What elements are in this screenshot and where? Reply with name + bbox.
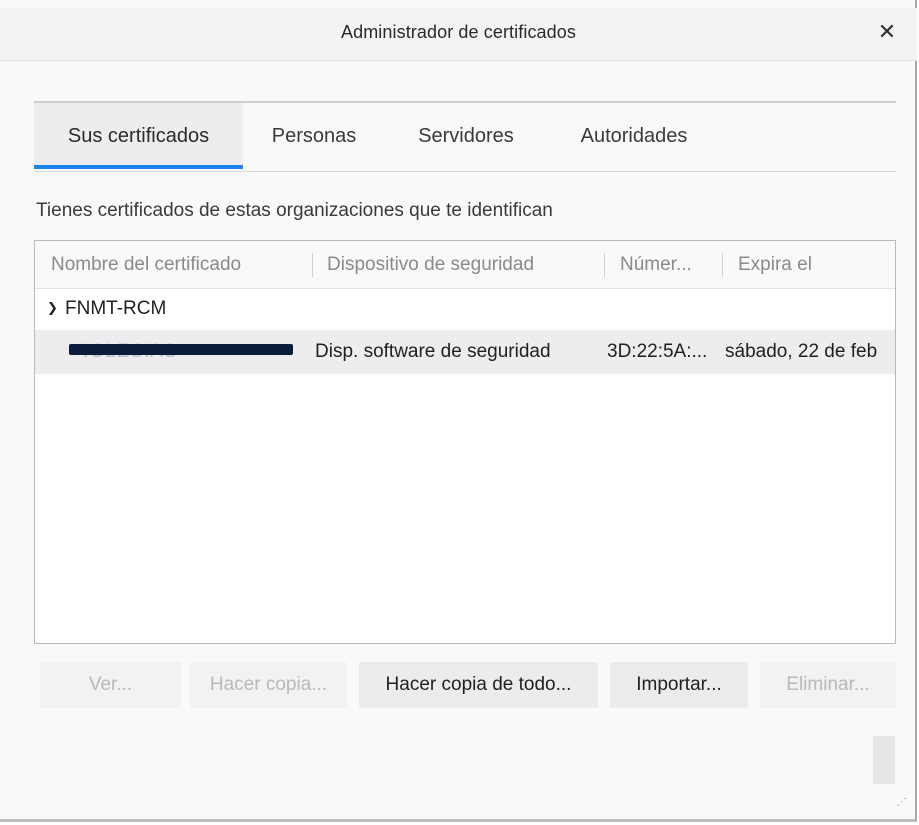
- column-header-expires[interactable]: Expira el: [738, 241, 888, 288]
- certificate-expires: sábado, 22 de feb: [725, 341, 878, 362]
- chevron-down-icon[interactable]: ❯: [47, 300, 61, 316]
- column-header-name[interactable]: Nombre del certificado: [51, 241, 301, 288]
- certificate-manager-dialog: Administrador de certificados ✕ Sus cert…: [0, 0, 917, 822]
- view-button[interactable]: Ver...: [40, 662, 181, 708]
- redaction-bar: [69, 344, 293, 355]
- title-bar: Administrador de certificados ✕: [0, 8, 917, 61]
- backup-button[interactable]: Hacer copia...: [190, 662, 347, 708]
- column-header-row: Nombre del certificado Dispositivo de se…: [35, 241, 895, 289]
- tab-bar: Sus certificados Personas Servidores Aut…: [34, 101, 896, 172]
- tab-servers[interactable]: Servidores: [396, 103, 536, 169]
- tab-people[interactable]: Personas: [254, 103, 374, 169]
- scroll-grip[interactable]: [873, 736, 895, 784]
- group-name: FNMT-RCM: [65, 298, 167, 319]
- table-row[interactable]: IGLESIAS RODRIGUE... Disp. software de s…: [35, 330, 895, 374]
- resize-grip-icon[interactable]: ⋰: [897, 797, 909, 809]
- column-separator[interactable]: [604, 253, 605, 277]
- column-separator[interactable]: [722, 253, 723, 277]
- close-icon[interactable]: ✕: [873, 18, 901, 46]
- column-header-device[interactable]: Dispositivo de seguridad: [327, 241, 597, 288]
- group-row-fnmt[interactable]: ❯ FNMT-RCM: [47, 298, 166, 320]
- column-separator[interactable]: [312, 253, 313, 277]
- column-header-serial[interactable]: Númer...: [620, 241, 720, 288]
- window-title: Administrador de certificados: [340, 22, 576, 42]
- intro-text: Tienes certificados de estas organizacio…: [36, 200, 553, 221]
- delete-button[interactable]: Eliminar...: [760, 662, 896, 708]
- backup-all-button[interactable]: Hacer copia de todo...: [359, 662, 598, 708]
- tab-authorities[interactable]: Autoridades: [564, 103, 704, 169]
- import-button[interactable]: Importar...: [610, 662, 748, 708]
- certificate-serial: 3D:22:5A:...: [607, 341, 708, 362]
- certificate-tree[interactable]: Nombre del certificado Dispositivo de se…: [34, 240, 896, 644]
- tab-your-certificates[interactable]: Sus certificados: [34, 103, 243, 169]
- certificate-device: Disp. software de seguridad: [315, 341, 551, 362]
